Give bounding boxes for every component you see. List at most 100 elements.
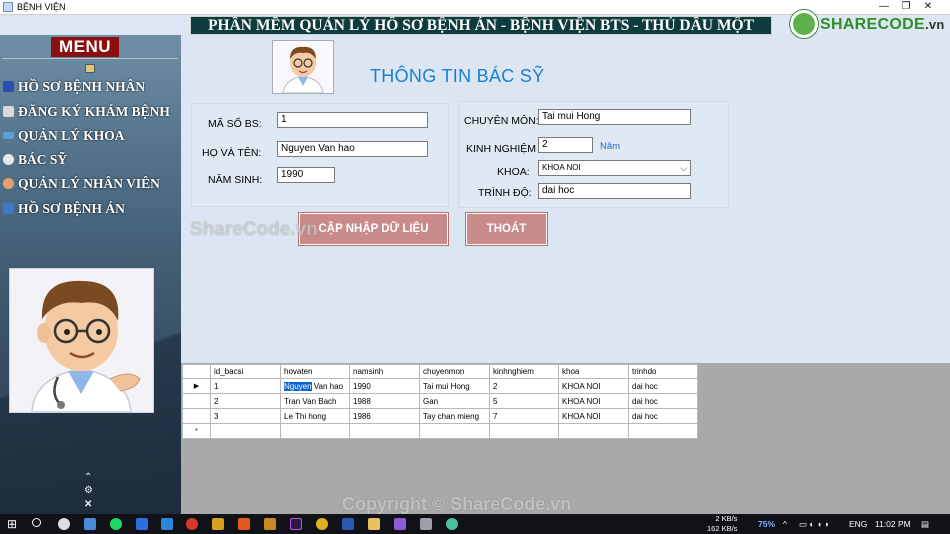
sidebar-close-icon[interactable]: ✕	[84, 499, 92, 510]
grid-cell[interactable]: dai hoc	[628, 378, 698, 394]
col-header-trinhdo[interactable]: trinhdo	[628, 364, 698, 379]
col-header-namsinh[interactable]: namsinh	[349, 364, 420, 379]
grid-cell[interactable]: 2	[489, 378, 559, 394]
grid-cell[interactable]: 1990	[349, 378, 420, 394]
search-icon[interactable]	[32, 518, 41, 527]
browser-icon[interactable]	[186, 518, 198, 530]
col-header-kinhnghiem[interactable]: kinhnghiem	[489, 364, 559, 379]
selected-text: Nguyen	[284, 381, 312, 391]
trinh-do-input[interactable]: dai hoc	[538, 183, 691, 199]
row-header[interactable]	[182, 408, 211, 424]
grid-cell[interactable]: dai hoc	[628, 393, 698, 409]
grid-table: id_bacsi hovaten namsinh chuyenmon kinhn…	[182, 364, 698, 439]
app-banner: PHẦN MỀM QUẢN LÝ HỒ SƠ BỆNH ÁN - BỆNH VI…	[190, 16, 772, 35]
grid-cell[interactable]	[628, 423, 698, 439]
taskbar-app-icon[interactable]	[264, 518, 276, 530]
grid-cell[interactable]: 1	[210, 378, 281, 394]
table-row[interactable]: 3 Le Thi hong 1986 Tay chan mieng 7 KHOA…	[182, 408, 698, 424]
col-header-hovaten[interactable]: hovaten	[280, 364, 350, 379]
visual-studio-icon[interactable]	[394, 518, 406, 530]
ho-ten-input[interactable]: Nguyen Van hao	[277, 141, 428, 157]
grid-cell[interactable]: 2	[210, 393, 281, 409]
chuyen-mon-input[interactable]: Tai mui Hong	[538, 109, 691, 125]
kinh-nghiem-label: KINH NGHIỆM	[466, 143, 537, 155]
grid-cell-editing[interactable]: Nguyen Van hao	[280, 378, 350, 394]
col-header-id-bacsi[interactable]: id_bacsi	[210, 364, 281, 379]
grid-cell-rest: Van hao	[311, 381, 344, 391]
grid-cell[interactable]: 1986	[349, 408, 420, 424]
tray-icons[interactable]: ▭ ◐ ◖ ◗	[799, 514, 830, 534]
grid-cell[interactable]: 5	[489, 393, 559, 409]
col-header-khoa[interactable]: khoa	[558, 364, 629, 379]
grid-cell[interactable]	[558, 423, 629, 439]
grid-cell[interactable]	[349, 423, 420, 439]
grid-cell[interactable]: Le Thi hong	[280, 408, 350, 424]
col-header-chuyenmon[interactable]: chuyenmon	[419, 364, 490, 379]
battery-percent: 75%	[758, 519, 776, 529]
phpstorm-icon[interactable]	[290, 518, 302, 530]
row-header[interactable]	[182, 393, 211, 409]
grid-cell[interactable]: 7	[489, 408, 559, 424]
khoa-select[interactable]: KHOA NOI ⌵	[538, 160, 691, 176]
sidebar-item-dang-ky-kham-benh[interactable]: ĐĂNG KÝ KHÁM BỆNH	[3, 102, 170, 122]
taskbar-app-icon[interactable]	[420, 518, 432, 530]
ho-ten-label: HỌ VÀ TÊN:	[202, 147, 262, 159]
taskbar-app-icon[interactable]	[161, 518, 173, 530]
ma-so-input[interactable]: 1	[277, 112, 428, 128]
grid-cell[interactable]	[419, 423, 490, 439]
notification-icon[interactable]: ▤	[921, 514, 929, 534]
clock[interactable]: 11:02 PM	[875, 514, 911, 534]
update-data-button[interactable]: CẬP NHẬP DỮ LIỆU	[298, 212, 449, 246]
patient-record-icon	[3, 81, 14, 92]
chrome-icon[interactable]	[316, 518, 328, 530]
taskbar-app-icon[interactable]	[84, 518, 96, 530]
sidebar-item-bac-sy[interactable]: BÁC SỸ	[3, 150, 67, 170]
grid-cell[interactable]: KHOA NOI	[558, 408, 629, 424]
exit-button[interactable]: THOÁT	[465, 212, 548, 246]
sidebar-item-quan-ly-nhan-vien[interactable]: QUẢN LÝ NHÂN VIÊN	[3, 174, 160, 194]
todo-icon[interactable]	[136, 518, 148, 530]
taskbar-app-icon[interactable]	[58, 518, 70, 530]
grid-cell[interactable]: Tran Van Bach	[280, 393, 350, 409]
new-row-marker[interactable]: *	[182, 423, 211, 439]
app-icon	[3, 2, 13, 12]
grid-cell[interactable]: dai hoc	[628, 408, 698, 424]
table-row[interactable]: ▶ 1 Nguyen Van hao 1990 Tai mui Hong 2 K…	[182, 378, 698, 394]
grid-cell[interactable]: KHOA NOI	[558, 378, 629, 394]
folder-icon[interactable]	[368, 518, 380, 530]
new-row[interactable]: *	[182, 423, 698, 439]
spotify-icon[interactable]	[110, 518, 122, 530]
language-indicator[interactable]: ENG	[849, 514, 867, 534]
chevron-down-icon: ⌵	[680, 163, 687, 173]
table-row[interactable]: 2 Tran Van Bach 1988 Gan 5 KHOA NOI dai …	[182, 393, 698, 409]
sidebar-item-quan-ly-khoa[interactable]: QUẢN LÝ KHOA	[3, 126, 125, 146]
word-icon[interactable]	[342, 518, 354, 530]
grid-cell[interactable]: Gan	[419, 393, 490, 409]
staff-icon	[3, 178, 14, 189]
scroll-up-icon[interactable]: ⌃	[84, 472, 92, 483]
grid-cell[interactable]: 1988	[349, 393, 420, 409]
file-manager-icon[interactable]	[212, 518, 224, 530]
grid-cell[interactable]: Tay chan mieng	[419, 408, 490, 424]
grid-cell[interactable]	[489, 423, 559, 439]
windows-start-icon[interactable]: ⊞	[7, 518, 19, 530]
grid-corner-cell	[182, 364, 211, 379]
grid-cell[interactable]: Tai mui Hong	[419, 378, 490, 394]
grid-header-row: id_bacsi hovaten namsinh chuyenmon kinhn…	[182, 364, 698, 379]
settings-icon[interactable]: ⚙	[84, 485, 93, 496]
sidebar-item-ho-so-benh-an[interactable]: HỒ SƠ BỆNH ÁN	[3, 199, 125, 219]
kinh-nghiem-input[interactable]: 2	[538, 137, 593, 153]
taskbar-app-icon[interactable]	[238, 518, 250, 530]
logo-text: SHARECODE.vn	[820, 16, 945, 33]
nam-sinh-input[interactable]: 1990	[277, 167, 335, 183]
running-app-icon[interactable]	[446, 518, 458, 530]
current-row-marker[interactable]: ▶	[182, 378, 211, 394]
grid-cell[interactable]: 3	[210, 408, 281, 424]
grid-cell[interactable]: KHOA NOI	[558, 393, 629, 409]
grid-cell[interactable]	[280, 423, 350, 439]
trinh-do-label: TRÌNH ĐỘ:	[478, 187, 532, 199]
show-hidden-icons[interactable]: ^	[783, 514, 787, 534]
grid-cell[interactable]	[210, 423, 281, 439]
sidebar-item-ho-so-benh-nhan[interactable]: HỒ SƠ BỆNH NHÂN	[3, 77, 145, 97]
sidebar-menu: MENU HỒ SƠ BỆNH NHÂN ĐĂNG KÝ KHÁM BỆNH Q…	[0, 35, 181, 514]
